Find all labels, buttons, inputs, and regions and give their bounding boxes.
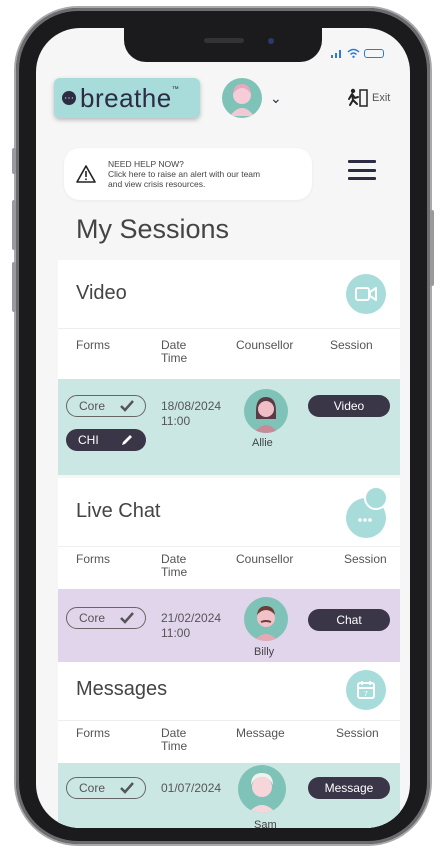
help-alert-banner[interactable]: NEED HELP NOW? Click here to raise an al… bbox=[64, 148, 312, 200]
exit-running-icon bbox=[348, 88, 368, 107]
help-heading: NEED HELP NOW? bbox=[108, 159, 184, 169]
col-counsellor: Counsellor bbox=[236, 338, 294, 352]
svg-text:7: 7 bbox=[364, 691, 368, 698]
col-message: Message bbox=[236, 726, 285, 740]
chat-bubble-small-icon bbox=[364, 486, 388, 510]
core-form-label: Core bbox=[79, 399, 106, 413]
video-section: Video Forms Date Time Counsellor Session… bbox=[58, 260, 400, 475]
chat-session-row: Core 21/02/2024 11:00 Billy Chat bbox=[58, 589, 400, 663]
chat-session-button[interactable]: Chat bbox=[308, 609, 390, 631]
check-icon bbox=[120, 400, 134, 412]
status-bar bbox=[331, 48, 384, 58]
video-camera-icon[interactable] bbox=[346, 274, 386, 314]
check-icon bbox=[120, 612, 134, 624]
phone-volume-down bbox=[12, 262, 16, 312]
core-form-pill[interactable]: Core bbox=[66, 607, 146, 629]
messages-table-header: Forms Date Time Message Session bbox=[58, 720, 400, 763]
col-session: Session bbox=[344, 552, 387, 566]
live-chat-section: Live Chat Forms Date Time Counsellor Ses… bbox=[58, 478, 400, 663]
battery-icon bbox=[364, 48, 384, 58]
phone-power-button bbox=[430, 210, 434, 286]
chi-form-label: CHI bbox=[78, 433, 99, 447]
video-section-title: Video bbox=[76, 282, 127, 304]
col-time: Time bbox=[161, 565, 188, 579]
counsellor-avatar-allie bbox=[244, 389, 288, 433]
exit-button[interactable]: Exit bbox=[346, 88, 390, 108]
phone-notch bbox=[124, 28, 322, 62]
help-line-2: and view crisis resources. bbox=[108, 179, 206, 189]
page-title: My Sessions bbox=[76, 214, 230, 244]
exit-label: Exit bbox=[372, 92, 391, 104]
chat-section-title: Live Chat bbox=[76, 500, 161, 522]
counsellor-name: Sam bbox=[254, 819, 277, 828]
core-form-label: Core bbox=[79, 611, 106, 625]
col-counsellor: Counsellor bbox=[236, 552, 294, 566]
col-session: Session bbox=[330, 338, 373, 352]
phone-side-button bbox=[12, 148, 16, 174]
messages-section-title: Messages bbox=[76, 678, 168, 700]
counsellor-avatar-sam bbox=[238, 765, 286, 813]
counsellor-name: Allie bbox=[252, 437, 273, 449]
message-date: 01/07/2024 bbox=[161, 781, 222, 795]
logo-mark-icon: ⋯ bbox=[62, 91, 76, 105]
core-form-pill[interactable]: Core bbox=[66, 395, 146, 417]
user-avatar[interactable] bbox=[222, 78, 262, 118]
chat-table-header: Forms Date Time Counsellor Session bbox=[58, 546, 400, 589]
warning-icon bbox=[76, 165, 96, 183]
wifi-icon bbox=[347, 48, 360, 58]
col-forms: Forms bbox=[76, 726, 110, 740]
help-line-1: Click here to raise an alert with our te… bbox=[108, 169, 261, 179]
col-time: Time bbox=[161, 739, 188, 753]
breathe-logo[interactable]: ⋯ breathe ™ bbox=[54, 78, 200, 118]
chat-date: 21/02/2024 11:00 bbox=[161, 611, 222, 640]
message-session-button[interactable]: Message bbox=[308, 777, 390, 799]
check-icon bbox=[120, 782, 134, 794]
video-session-row: Core CHI 18/08/2024 11:00 Allie Video bbox=[58, 379, 400, 475]
core-form-label: Core bbox=[79, 781, 106, 795]
counsellor-avatar-billy bbox=[244, 597, 288, 641]
col-forms: Forms bbox=[76, 552, 110, 566]
messages-section: Messages 7 Forms Date Time Message Sessi… bbox=[58, 662, 400, 828]
chi-form-pill[interactable]: CHI bbox=[66, 429, 146, 451]
phone-volume-up bbox=[12, 200, 16, 250]
calendar-icon[interactable]: 7 bbox=[346, 670, 386, 710]
chevron-down-icon[interactable]: ⌄ bbox=[270, 90, 282, 107]
profile-menu[interactable]: ⌄ bbox=[222, 78, 282, 118]
message-session-row: Core 01/07/2024 Sam Message bbox=[58, 763, 400, 828]
pencil-icon bbox=[122, 435, 132, 445]
col-session: Session bbox=[336, 726, 379, 740]
col-time: Time bbox=[161, 351, 188, 365]
video-session-button[interactable]: Video bbox=[308, 395, 390, 417]
video-table-header: Forms Date Time Counsellor Session bbox=[58, 328, 400, 379]
col-forms: Forms bbox=[76, 338, 110, 352]
logo-trademark: ™ bbox=[171, 86, 179, 93]
video-date: 18/08/2024 11:00 bbox=[161, 399, 222, 428]
counsellor-name: Billy bbox=[254, 646, 275, 658]
core-form-pill[interactable]: Core bbox=[66, 777, 146, 799]
logo-text: breathe bbox=[80, 82, 172, 113]
signal-icon bbox=[331, 49, 341, 58]
app-screen: ⋯ breathe ™ ⌄ Exit NEED HELP NOW? Click … bbox=[36, 28, 410, 828]
hamburger-menu-icon[interactable] bbox=[348, 160, 376, 180]
